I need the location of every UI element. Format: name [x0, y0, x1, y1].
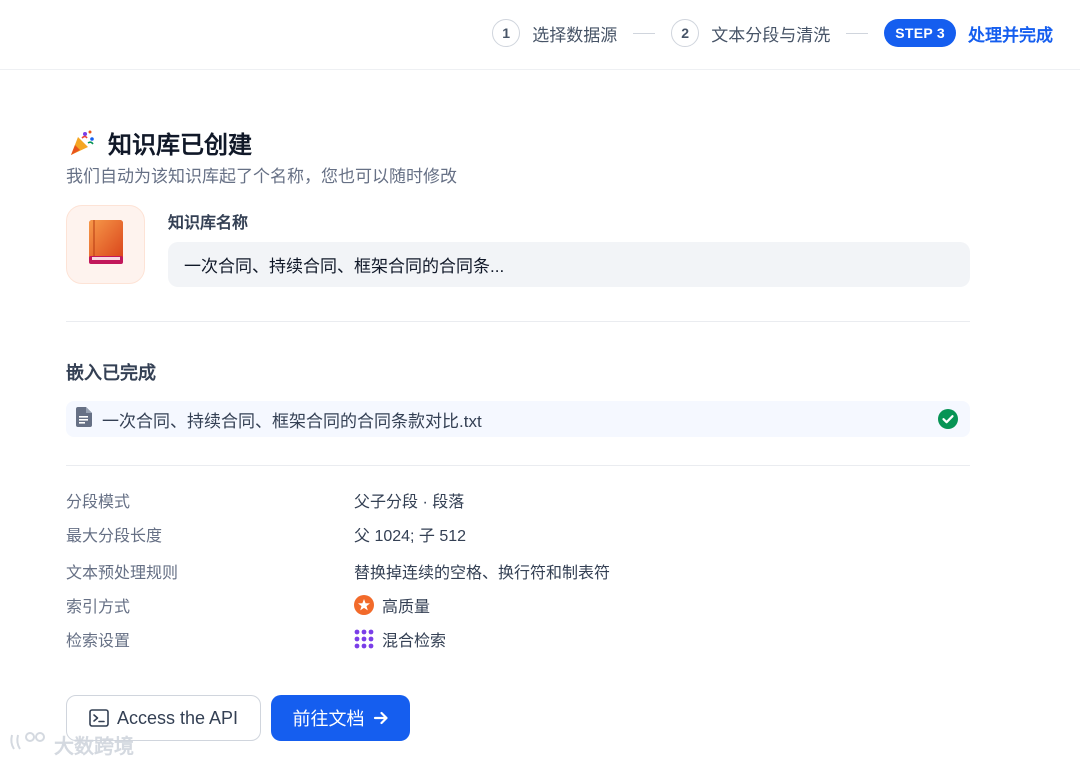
step-1-label: 选择数据源 — [532, 25, 618, 45]
setting-value-text: 高质量 — [382, 599, 431, 616]
step-3-label: 处理并完成 — [968, 25, 1053, 45]
setting-label: 索引方式 — [66, 599, 131, 616]
access-api-label: Access the API — [116, 707, 239, 728]
step-separator — [846, 32, 869, 34]
terminal-icon — [89, 709, 109, 727]
page-subtitle: 我们自动为该知识库起了个名称，您也可以随时修改 — [66, 167, 457, 186]
check-circle-icon — [938, 409, 958, 434]
setting-value: 父子分段 · 段落 — [354, 488, 464, 512]
go-to-docs-label: 前往文档 — [292, 709, 365, 729]
step-2-number: 2 — [671, 19, 700, 47]
go-to-docs-button[interactable]: 前往文档 — [271, 695, 410, 741]
setting-label: 检索设置 — [66, 633, 131, 650]
setting-value: 替换掉连续的空格、换行符和制表符 — [354, 559, 610, 583]
setting-value-text: 父 1024; 子 512 — [354, 528, 467, 545]
header: 1 选择数据源 2 文本分段与清洗 STEP 3 处理并完成 — [0, 0, 1080, 70]
setting-value: 父 1024; 子 512 — [354, 522, 466, 546]
setting-value: 高质量 — [354, 593, 430, 617]
file-row: 一次合同、持续合同、框架合同的合同条款对比.txt — [66, 401, 970, 437]
kb-icon-button[interactable] — [66, 205, 145, 284]
setting-value: 混合检索 — [354, 627, 446, 651]
setting-label: 分段模式 — [66, 494, 131, 511]
arrow-right-icon — [373, 710, 389, 726]
high-quality-icon — [354, 595, 374, 615]
step-separator — [633, 32, 656, 34]
setting-value-text: 父子分段 · 段落 — [354, 494, 465, 511]
kb-name-input[interactable]: 一次合同、持续合同、框架合同的合同条... — [168, 242, 970, 287]
hybrid-search-icon — [354, 629, 374, 649]
setting-value-text: 替换掉连续的空格、换行符和制表符 — [354, 565, 611, 582]
embedding-title: 嵌入已完成 — [66, 363, 156, 383]
book-icon — [87, 218, 125, 271]
divider — [66, 465, 970, 466]
setting-value-text: 混合检索 — [382, 633, 447, 650]
page-title: 知识库已创建 — [108, 132, 252, 159]
stepper: 1 选择数据源 2 文本分段与清洗 STEP 3 处理并完成 — [492, 18, 1053, 48]
title-row: 知识库已创建 — [68, 125, 252, 160]
watermark-logo-icon — [8, 731, 48, 758]
file-name: 一次合同、持续合同、框架合同的合同条款对比.txt — [102, 411, 482, 431]
kb-name-label: 知识库名称 — [168, 215, 249, 232]
file-icon — [76, 406, 92, 432]
setting-label: 文本预处理规则 — [66, 565, 179, 582]
watermark: 大数跨境 — [8, 730, 134, 759]
step-2-label: 文本分段与清洗 — [711, 25, 831, 45]
setting-label: 最大分段长度 — [66, 528, 163, 545]
step-1-number: 1 — [492, 19, 521, 47]
step-3-badge: STEP 3 — [884, 19, 956, 47]
party-popper-icon — [68, 129, 96, 157]
divider — [66, 321, 970, 322]
watermark-text: 大数跨境 — [54, 736, 134, 758]
